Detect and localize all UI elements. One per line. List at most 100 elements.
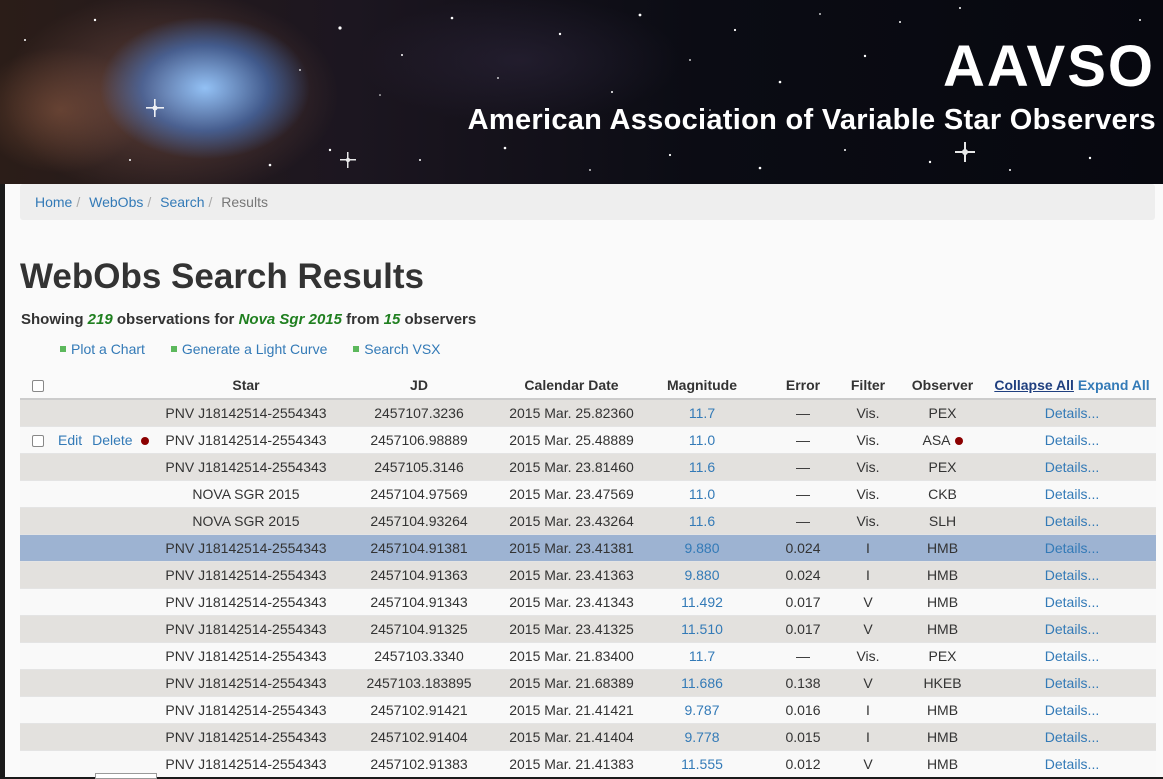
site-logo-text: AAVSO bbox=[943, 34, 1155, 99]
col-magnitude[interactable]: Magnitude bbox=[637, 372, 767, 400]
magnitude-link[interactable]: 11.7 bbox=[689, 405, 715, 421]
select-all-checkbox[interactable] bbox=[32, 380, 44, 393]
details-link[interactable]: Details... bbox=[1045, 621, 1099, 637]
magnitude-link[interactable]: 9.787 bbox=[684, 702, 719, 718]
table-row[interactable]: NOVA SGR 2015 2457104.93264 2015 Mar. 23.4… bbox=[20, 507, 1156, 535]
details-link[interactable]: Details... bbox=[1045, 486, 1099, 502]
table-row[interactable]: PNV J18142514-2554343 2457104.91363 2015 M… bbox=[20, 561, 1156, 589]
observer-code: HMB bbox=[926, 702, 959, 718]
details-link[interactable]: Details... bbox=[1045, 540, 1099, 556]
details-link[interactable]: Details... bbox=[1045, 756, 1099, 772]
cell-jd: 2457107.3236 bbox=[332, 398, 506, 427]
details-link[interactable]: Details... bbox=[1045, 594, 1099, 610]
observer-code: HMB bbox=[926, 540, 959, 556]
magnitude-link[interactable]: 11.510 bbox=[681, 621, 723, 637]
cell-observer: CKB bbox=[897, 480, 988, 508]
light-curve-label[interactable]: Generate a Light Curve bbox=[182, 341, 328, 357]
magnitude-link[interactable]: 11.686 bbox=[681, 675, 723, 691]
cell-date: 2015 Mar. 25.48889 bbox=[506, 426, 637, 454]
main-content: Home / WebObs / Search / Results WebObs Sea… bbox=[5, 184, 1163, 777]
plot-chart-label[interactable]: Plot a Chart bbox=[71, 341, 145, 357]
details-link[interactable]: Details... bbox=[1045, 729, 1099, 745]
magnitude-link[interactable]: 11.492 bbox=[681, 594, 723, 610]
cell-details: Details... bbox=[988, 507, 1156, 535]
summary-prefix: Showing bbox=[21, 311, 84, 328]
magnitude-link[interactable]: 11.555 bbox=[681, 756, 723, 772]
magnitude-link[interactable]: 9.880 bbox=[684, 567, 719, 583]
light-curve-link[interactable]: Generate a Light Curve bbox=[170, 341, 328, 357]
table-row[interactable]: PNV J18142514-2554343 2457104.91343 2015 M… bbox=[20, 588, 1156, 616]
collapse-all-link[interactable]: Collapse All bbox=[994, 377, 1074, 393]
table-row[interactable]: PNV J18142514-2554343 2457103.183895 2015 … bbox=[20, 669, 1156, 697]
search-vsx-label[interactable]: Search VSX bbox=[364, 341, 440, 357]
observer-code: ASA bbox=[922, 432, 951, 448]
col-filter[interactable]: Filter bbox=[839, 372, 897, 400]
cell-date: 2015 Mar. 21.68389 bbox=[506, 669, 637, 697]
expand-all-link[interactable]: Expand All bbox=[1078, 377, 1150, 393]
details-link[interactable]: Details... bbox=[1045, 648, 1099, 664]
cell-star: NOVA SGR 2015 bbox=[160, 480, 332, 508]
magnitude-link[interactable]: 11.6 bbox=[689, 459, 715, 475]
table-row[interactable]: Edit Delete PNV J18142514-2554343 2457106.9… bbox=[20, 426, 1156, 454]
magnitude-link[interactable]: 11.6 bbox=[689, 513, 715, 529]
row-actions bbox=[20, 534, 160, 562]
summary-suffix: observers bbox=[404, 311, 477, 328]
magnitude-link[interactable]: 9.880 bbox=[684, 540, 719, 556]
edit-link[interactable]: Edit bbox=[58, 432, 82, 448]
details-link[interactable]: Details... bbox=[1045, 675, 1099, 691]
table-row[interactable]: PNV J18142514-2554343 2457104.91381 2015 M… bbox=[20, 534, 1156, 562]
cell-filter: I bbox=[839, 534, 897, 562]
details-link[interactable]: Details... bbox=[1045, 459, 1099, 475]
bullet-icon bbox=[60, 346, 66, 353]
table-row[interactable]: PNV J18142514-2554343 2457102.91421 2015 M… bbox=[20, 696, 1156, 724]
table-row[interactable]: PNV J18142514-2554343 2457102.91383 2015 M… bbox=[20, 750, 1156, 777]
magnitude-link[interactable]: 9.778 bbox=[684, 729, 719, 745]
table-row[interactable]: NOVA SGR 2015 2457104.97569 2015 Mar. 23.4… bbox=[20, 480, 1156, 508]
breadcrumb-webobs[interactable]: WebObs bbox=[89, 194, 143, 210]
cell-date: 2015 Mar. 21.41383 bbox=[506, 750, 637, 777]
table-row[interactable]: PNV J18142514-2554343 2457107.3236 2015 Ma… bbox=[20, 398, 1156, 427]
cell-jd: 2457102.91404 bbox=[332, 723, 506, 751]
cell-details: Details... bbox=[988, 723, 1156, 751]
row-actions bbox=[20, 398, 160, 427]
cell-error: — bbox=[767, 453, 839, 481]
magnitude-link[interactable]: 11.0 bbox=[689, 486, 715, 502]
search-vsx-link[interactable]: Search VSX bbox=[353, 341, 441, 357]
col-date[interactable]: Calendar Date bbox=[506, 372, 637, 400]
table-row[interactable]: PNV J18142514-2554343 2457105.3146 2015 Ma… bbox=[20, 453, 1156, 481]
cell-filter: V bbox=[839, 669, 897, 697]
breadcrumb-search[interactable]: Search bbox=[160, 194, 204, 210]
cell-jd: 2457104.91325 bbox=[332, 615, 506, 643]
row-checkbox[interactable] bbox=[32, 435, 44, 448]
table-row[interactable]: PNV J18142514-2554343 2457102.91404 2015 M… bbox=[20, 723, 1156, 751]
details-link[interactable]: Details... bbox=[1045, 567, 1099, 583]
details-link[interactable]: Details... bbox=[1045, 513, 1099, 529]
cell-magnitude: 11.6 bbox=[637, 507, 767, 535]
cell-filter: Vis. bbox=[839, 453, 897, 481]
cell-error: 0.016 bbox=[767, 696, 839, 724]
col-observer[interactable]: Observer bbox=[897, 372, 988, 400]
cell-error: 0.138 bbox=[767, 669, 839, 697]
cell-date: 2015 Mar. 23.41343 bbox=[506, 588, 637, 616]
cell-star: PNV J18142514-2554343 bbox=[160, 642, 332, 670]
magnitude-link[interactable]: 11.7 bbox=[689, 648, 715, 664]
details-link[interactable]: Details... bbox=[1045, 432, 1099, 448]
cell-filter: Vis. bbox=[839, 480, 897, 508]
details-link[interactable]: Details... bbox=[1045, 405, 1099, 421]
cell-observer: SLH bbox=[897, 507, 988, 535]
col-jd[interactable]: JD bbox=[332, 372, 506, 400]
cell-filter: V bbox=[839, 615, 897, 643]
horizontal-scrollbar[interactable] bbox=[95, 773, 157, 779]
observer-code: HMB bbox=[926, 729, 959, 745]
delete-link[interactable]: Delete bbox=[92, 432, 132, 448]
breadcrumb-home[interactable]: Home bbox=[35, 194, 72, 210]
table-row[interactable]: PNV J18142514-2554343 2457104.91325 2015 M… bbox=[20, 615, 1156, 643]
details-link[interactable]: Details... bbox=[1045, 702, 1099, 718]
cell-date: 2015 Mar. 23.41325 bbox=[506, 615, 637, 643]
table-row[interactable]: PNV J18142514-2554343 2457103.3340 2015 Ma… bbox=[20, 642, 1156, 670]
summary-from: from bbox=[346, 311, 380, 328]
plot-chart-link[interactable]: Plot a Chart bbox=[60, 341, 145, 357]
magnitude-link[interactable]: 11.0 bbox=[689, 432, 715, 448]
col-error[interactable]: Error bbox=[767, 372, 839, 400]
col-star[interactable]: Star bbox=[160, 372, 332, 400]
